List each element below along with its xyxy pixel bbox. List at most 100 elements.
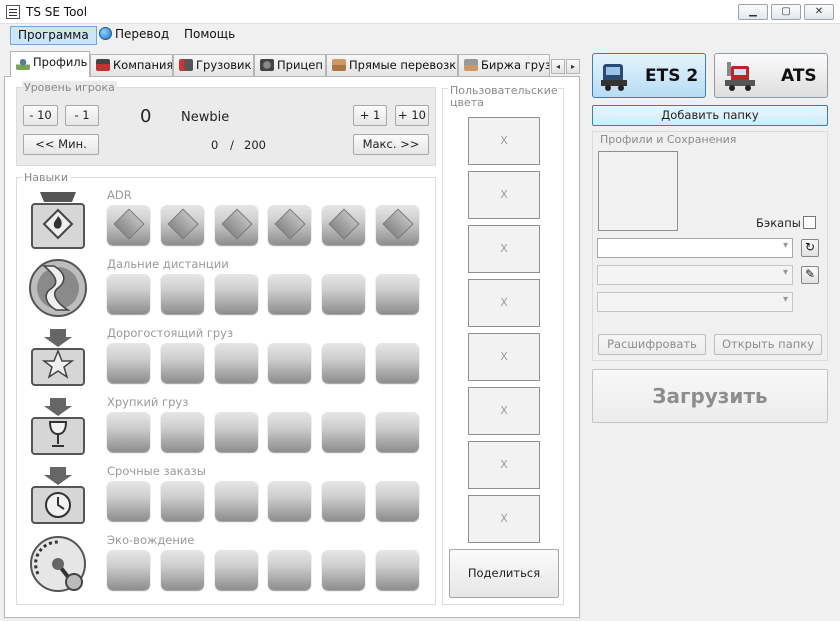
close-button[interactable]: ✕ (804, 4, 834, 20)
profiles-saves-title: Профили и Сохранения (598, 133, 739, 146)
load-button[interactable]: Загрузить (592, 369, 828, 423)
skill-long-distance-level-5[interactable] (322, 273, 365, 314)
skill-adr-level-6[interactable] (376, 204, 419, 245)
xp-separator: / (230, 138, 234, 152)
backups-checkbox[interactable] (803, 216, 816, 229)
skill-eco-driving-level-6[interactable] (376, 549, 419, 590)
level-min-button[interactable]: << Мин. (23, 134, 99, 155)
tab-freight-exchange-label: Биржа грузо (481, 58, 549, 72)
color-slot-5[interactable]: X (468, 333, 540, 381)
adr-skill-icon (31, 192, 85, 249)
ets2-game-button[interactable]: ETS 2 (592, 53, 706, 98)
skill-fragile-cargo-level-6[interactable] (376, 411, 419, 452)
skill-urgent-delivery-title: Срочные заказы (107, 464, 206, 478)
color-slot-6[interactable]: X (468, 387, 540, 435)
menu-program[interactable]: Программа (10, 26, 97, 45)
skill-valuable-cargo-level-6[interactable] (376, 342, 419, 383)
skill-long-distance-level-6[interactable] (376, 273, 419, 314)
skill-eco-driving-level-3[interactable] (215, 549, 258, 590)
skill-urgent-delivery-level-1[interactable] (107, 480, 150, 521)
add-folder-button[interactable]: Добавить папку (592, 105, 828, 126)
ats-label: ATS (781, 66, 817, 86)
decrypt-button[interactable]: Расшифровать (598, 334, 706, 355)
level-minus-10-button[interactable]: - 10 (23, 105, 58, 126)
tab-scroll-right-button[interactable]: ▸ (566, 59, 580, 74)
tab-trailer-label: Прицеп (277, 58, 323, 72)
level-minus-1-button[interactable]: - 1 (65, 105, 99, 126)
skill-eco-driving-level-1[interactable] (107, 549, 150, 590)
refresh-button[interactable]: ↻ (801, 239, 819, 257)
skill-valuable-cargo-level-4[interactable] (268, 342, 311, 383)
skill-adr-level-4[interactable] (268, 204, 311, 245)
tab-freight-exchange[interactable]: Биржа грузо (458, 54, 550, 76)
eco-driving-skill-icon (30, 536, 86, 592)
profile-avatar (598, 151, 678, 231)
skill-valuable-cargo-level-1[interactable] (107, 342, 150, 383)
tab-scroll-left-button[interactable]: ◂ (551, 59, 565, 74)
maximize-button[interactable]: ▢ (771, 4, 801, 20)
ats-game-button[interactable]: ATS (714, 53, 828, 98)
skill-eco-driving-level-4[interactable] (268, 549, 311, 590)
skill-fragile-cargo-level-3[interactable] (215, 411, 258, 452)
color-slot-8[interactable]: X (468, 495, 540, 543)
save-select[interactable] (597, 265, 793, 285)
skill-urgent-delivery-level-4[interactable] (268, 480, 311, 521)
skill-eco-driving-level-5[interactable] (322, 549, 365, 590)
color-slot-2[interactable]: X (468, 171, 540, 219)
tab-direct-transport[interactable]: Прямые перевозки (326, 54, 458, 76)
level-value: 0 (140, 106, 152, 127)
company-icon (96, 59, 110, 71)
skill-adr-level-1[interactable] (107, 204, 150, 245)
menu-help[interactable]: Помощь (177, 26, 242, 45)
skill-adr-title: ADR (107, 188, 132, 202)
tab-profile[interactable]: Профиль (10, 51, 90, 77)
skill-long-distance-level-2[interactable] (161, 273, 204, 314)
color-slot-3[interactable]: X (468, 225, 540, 273)
tab-company[interactable]: Компания (90, 54, 173, 76)
minimize-button[interactable]: ▁ (738, 4, 768, 20)
ets2-label: ETS 2 (645, 66, 699, 86)
xp-total: 200 (244, 138, 266, 152)
menu-translation-label: Перевод (115, 27, 170, 41)
skill-urgent-delivery-level-5[interactable] (322, 480, 365, 521)
custom-colors-title: Пользовательские цвета (448, 84, 558, 109)
edit-button[interactable]: ✎ (801, 266, 819, 284)
tab-profile-label: Профиль (33, 55, 88, 69)
sub-save-select[interactable] (597, 292, 793, 312)
color-slot-1[interactable]: X (468, 117, 540, 165)
menu-translation[interactable]: Перевод (92, 26, 176, 45)
skill-fragile-cargo-level-1[interactable] (107, 411, 150, 452)
skill-urgent-delivery-level-6[interactable] (376, 480, 419, 521)
share-colors-button[interactable]: Поделиться (449, 549, 559, 598)
skill-fragile-cargo-level-5[interactable] (322, 411, 365, 452)
skill-eco-driving-level-2[interactable] (161, 549, 204, 590)
skill-long-distance-level-4[interactable] (268, 273, 311, 314)
skill-adr-level-5[interactable] (322, 204, 365, 245)
long-distance-skill-icon (29, 259, 87, 317)
skill-valuable-cargo-level-3[interactable] (215, 342, 258, 383)
profile-icon (16, 58, 30, 70)
skill-long-distance-level-1[interactable] (107, 273, 150, 314)
tab-trailer[interactable]: Прицеп (254, 54, 326, 76)
skill-fragile-cargo-level-2[interactable] (161, 411, 204, 452)
level-max-button[interactable]: Макс. >> (353, 134, 429, 155)
profile-select[interactable] (597, 238, 793, 258)
open-folder-button[interactable]: Открыть папку (714, 334, 822, 355)
level-plus-10-button[interactable]: + 10 (395, 105, 429, 126)
skill-fragile-cargo-level-4[interactable] (268, 411, 311, 452)
globe-icon (99, 27, 112, 40)
urgent-delivery-skill-icon (31, 467, 85, 524)
skill-urgent-delivery-level-3[interactable] (215, 480, 258, 521)
skill-long-distance-level-3[interactable] (215, 273, 258, 314)
color-slot-4[interactable]: X (468, 279, 540, 327)
skill-valuable-cargo-level-5[interactable] (322, 342, 365, 383)
title-bar: TS SE Tool ▁ ▢ ✕ (0, 0, 840, 24)
tab-truck[interactable]: Грузовик (173, 54, 254, 76)
truck-icon (179, 59, 193, 71)
skill-urgent-delivery-level-2[interactable] (161, 480, 204, 521)
skill-adr-level-2[interactable] (161, 204, 204, 245)
skill-valuable-cargo-level-2[interactable] (161, 342, 204, 383)
color-slot-7[interactable]: X (468, 441, 540, 489)
level-plus-1-button[interactable]: + 1 (353, 105, 387, 126)
skill-adr-level-3[interactable] (215, 204, 258, 245)
